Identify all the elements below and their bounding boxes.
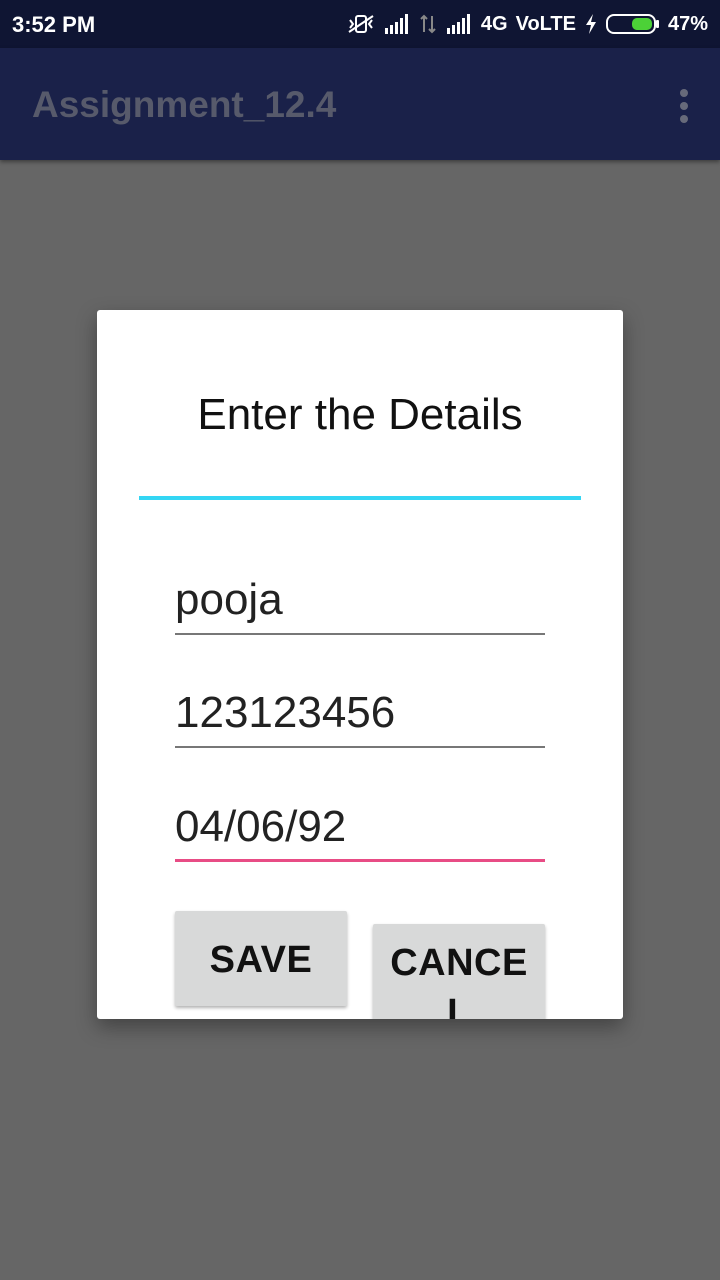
save-button-label: SAVE <box>209 939 313 981</box>
phone-field-value: 123123456 <box>175 688 396 737</box>
status-icons: 4G VoLTE 47% <box>347 10 708 38</box>
app-title: Assignment_12.4 <box>32 84 337 125</box>
dialog-title: Enter the Details <box>197 390 523 439</box>
phone-field[interactable]: 123123456 <box>175 688 545 748</box>
name-field[interactable]: pooja <box>175 575 545 635</box>
charging-bolt-icon <box>585 14 596 34</box>
date-field-value: 04/06/92 <box>175 802 347 851</box>
date-field[interactable]: 04/06/92 <box>175 802 545 862</box>
name-field-value: pooja <box>175 575 283 624</box>
date-field-underline <box>175 859 545 862</box>
signal-strength-icon <box>384 14 408 34</box>
cancel-button[interactable]: CANCEL <box>373 924 545 1019</box>
vibrate-off-icon <box>348 15 374 33</box>
name-field-underline <box>175 633 545 635</box>
status-time: 3:52 PM <box>12 12 96 37</box>
battery-icon <box>605 14 659 34</box>
phone-field-underline <box>175 746 545 748</box>
battery-percent: 47% <box>667 12 708 35</box>
network-type: 4G <box>480 12 508 35</box>
title-divider <box>139 496 581 500</box>
more-vert-icon[interactable] <box>678 88 690 124</box>
details-dialog: Enter the Details pooja 123123456 04/06/… <box>97 310 623 1019</box>
data-arrows-icon <box>420 14 436 34</box>
status-bar: 3:52 PM 4G VoLTE 47% <box>0 0 720 48</box>
app-bar: Assignment_12.4 <box>0 48 720 160</box>
save-button[interactable]: SAVE <box>175 911 347 1006</box>
cancel-button-label: CANCEL <box>390 942 528 1019</box>
signal-strength-2-icon <box>446 14 470 34</box>
volte-label: VoLTE <box>515 12 576 35</box>
